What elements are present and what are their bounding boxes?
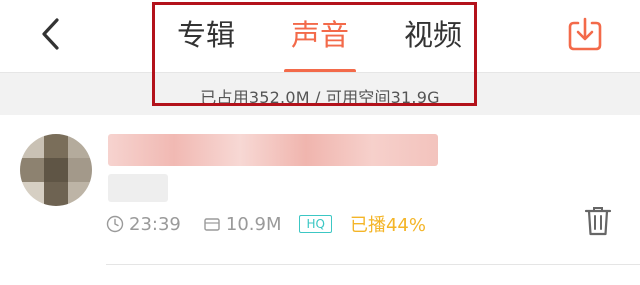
downloaded-track-item[interactable]: 23:39 10.9M HQ 已播44% bbox=[0, 114, 640, 264]
file-size-icon bbox=[203, 215, 221, 233]
list-divider bbox=[106, 264, 640, 265]
tab-videos[interactable]: 视频 bbox=[404, 14, 462, 56]
download-button[interactable] bbox=[565, 14, 605, 54]
tab-sounds[interactable]: 声音 bbox=[291, 14, 349, 56]
delete-track-button[interactable] bbox=[582, 204, 614, 238]
track-subtitle-blurred bbox=[108, 174, 168, 202]
track-file-size: 10.9M bbox=[225, 213, 282, 235]
track-title-blurred bbox=[108, 134, 438, 166]
trash-icon bbox=[584, 207, 612, 236]
download-icon bbox=[568, 17, 602, 51]
track-meta-row: 23:39 10.9M HQ 已播44% bbox=[106, 212, 426, 236]
back-button[interactable] bbox=[30, 14, 70, 54]
clock-icon bbox=[106, 215, 124, 233]
track-duration: 23:39 bbox=[129, 213, 181, 235]
chevron-left-icon bbox=[42, 18, 59, 50]
storage-info-bar: 已占用352.0M / 可用空间31.9G bbox=[0, 72, 640, 115]
tab-albums[interactable]: 专辑 bbox=[177, 14, 235, 56]
play-progress-text: 已播44% bbox=[349, 215, 426, 236]
hq-quality-badge: HQ bbox=[299, 215, 332, 233]
storage-usage-text: 已占用352.0M / 可用空间31.9G bbox=[200, 88, 440, 107]
top-nav-bar: 专辑 声音 视频 bbox=[0, 0, 640, 73]
track-cover-avatar bbox=[20, 134, 92, 206]
